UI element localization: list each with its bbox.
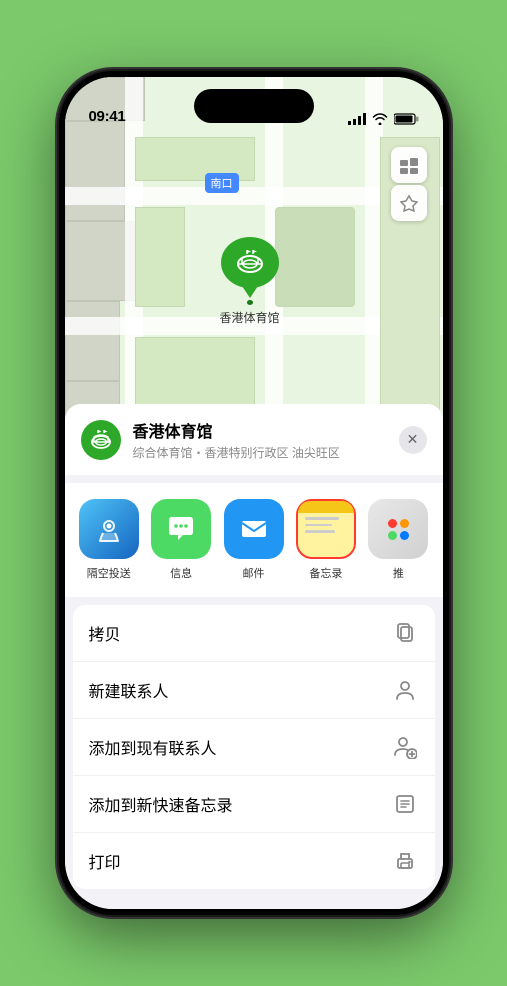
location-label: 南口 [205, 173, 239, 193]
printer-icon [391, 847, 419, 875]
copy-icon [391, 619, 419, 647]
share-more[interactable]: 推 [362, 499, 434, 581]
person-icon [391, 676, 419, 704]
action-new-contact[interactable]: 新建联系人 [73, 662, 435, 719]
share-airdrop[interactable]: 隔空投送 [73, 499, 145, 581]
location-button[interactable] [391, 185, 427, 221]
share-row: 隔空投送 信息 [65, 483, 443, 597]
notes-icon [296, 499, 356, 559]
airdrop-label: 隔空投送 [87, 565, 131, 581]
marker-dot [247, 300, 253, 305]
map-controls [391, 147, 427, 221]
battery-icon [394, 113, 419, 125]
action-list: 拷贝 新建联系人 [73, 605, 435, 889]
close-button[interactable]: ✕ [399, 426, 427, 454]
action-add-notes-label: 添加到新快速备忘录 [89, 792, 233, 816]
messages-label: 信息 [170, 565, 192, 581]
person-add-icon [391, 733, 419, 761]
action-copy-label: 拷贝 [89, 621, 121, 645]
action-print-label: 打印 [89, 849, 121, 873]
more-icon [368, 499, 428, 559]
airdrop-icon [79, 499, 139, 559]
share-notes[interactable]: 备忘录 [290, 499, 362, 581]
marker-label: 香港体育馆 [220, 309, 280, 326]
share-messages[interactable]: 信息 [145, 499, 217, 581]
venue-name: 香港体育馆 [133, 418, 387, 442]
wifi-icon [372, 113, 388, 125]
venue-subtext: 综合体育馆・香港特别行政区 油尖旺区 [133, 444, 387, 461]
venue-icon [81, 420, 121, 460]
marker-pin [221, 237, 279, 305]
phone-frame: 09:41 [59, 71, 449, 915]
signal-icon [348, 113, 366, 125]
quick-notes-icon [391, 790, 419, 818]
mail-label: 邮件 [243, 565, 265, 581]
action-new-contact-label: 新建联系人 [89, 678, 169, 702]
status-time: 09:41 [89, 108, 126, 125]
messages-icon [151, 499, 211, 559]
action-copy[interactable]: 拷贝 [73, 605, 435, 662]
status-icons [348, 113, 419, 125]
dynamic-island [194, 89, 314, 123]
stadium-marker[interactable]: 香港体育馆 [220, 237, 280, 326]
map-view-button[interactable] [391, 147, 427, 183]
notes-label: 备忘录 [309, 565, 342, 581]
action-add-existing[interactable]: 添加到现有联系人 [73, 719, 435, 776]
phone-screen: 09:41 [65, 77, 443, 909]
action-add-notes[interactable]: 添加到新快速备忘录 [73, 776, 435, 833]
action-print[interactable]: 打印 [73, 833, 435, 889]
venue-card: 香港体育馆 综合体育馆・香港特别行政区 油尖旺区 ✕ [65, 404, 443, 475]
more-label: 推 [393, 565, 404, 581]
marker-tail [242, 286, 258, 298]
bottom-sheet: 香港体育馆 综合体育馆・香港特别行政区 油尖旺区 ✕ 隔空 [65, 404, 443, 909]
marker-circle [221, 237, 279, 288]
action-add-existing-label: 添加到现有联系人 [89, 735, 217, 759]
mail-icon [224, 499, 284, 559]
venue-info: 香港体育馆 综合体育馆・香港特别行政区 油尖旺区 [133, 418, 387, 461]
share-mail[interactable]: 邮件 [217, 499, 289, 581]
